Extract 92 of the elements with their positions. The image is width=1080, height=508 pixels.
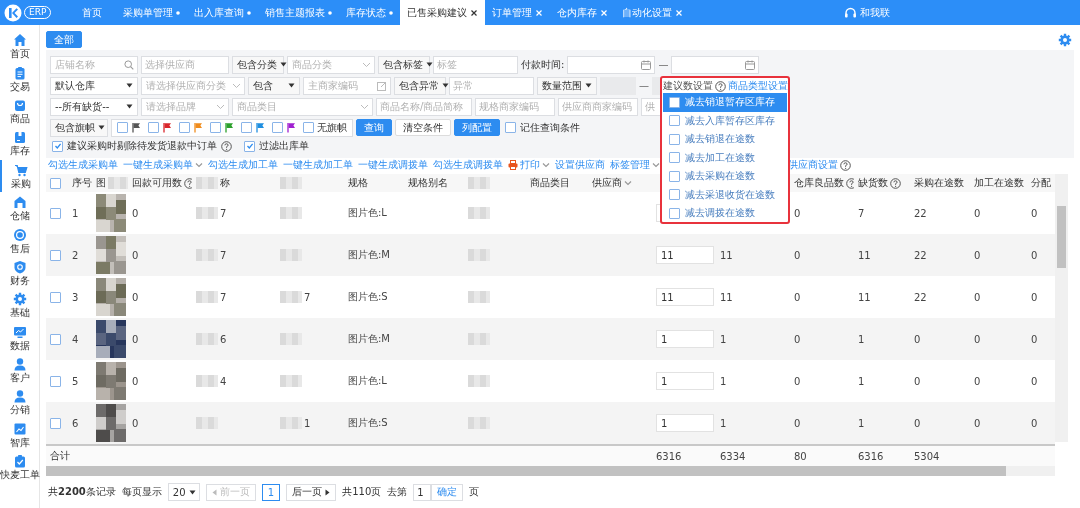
table-cell: 0: [914, 333, 921, 345]
column-header: 称: [220, 176, 230, 190]
table-cell: 4: [220, 375, 227, 387]
column-header: 图: [96, 176, 106, 190]
table-cell: 7: [304, 291, 311, 303]
row-number: 5: [72, 375, 79, 387]
table-cell: 0: [1031, 207, 1038, 219]
table-cell: 图片色:M: [348, 248, 390, 262]
record-count: 共2200条记录: [48, 485, 116, 499]
table-cell: 图片色:L: [348, 374, 387, 388]
table-cell: 11: [858, 249, 871, 261]
row-number: 6: [72, 417, 79, 429]
range-dash: —: [658, 59, 669, 70]
table-cell: 0: [132, 291, 139, 303]
table-cell: 1: [304, 417, 311, 429]
table-cell: 0: [132, 417, 139, 429]
checkbox-label: 过滤出库单: [259, 139, 309, 153]
table-cell: 0: [794, 207, 801, 219]
field-label: 每页显示: [121, 485, 162, 499]
table-cell: 0: [132, 333, 139, 345]
row-number: 1: [72, 207, 79, 219]
table-cell: 0: [974, 375, 981, 387]
table-cell: 0: [794, 249, 801, 261]
table-cell: 7: [220, 207, 227, 219]
table-cell: 图片色:S: [348, 416, 388, 430]
table-cell: 1: [858, 375, 865, 387]
page-count: 共110页: [342, 485, 382, 499]
table-cell: 图片色:M: [348, 332, 390, 346]
field-label: 去第: [387, 485, 408, 499]
row-number: 4: [72, 333, 79, 345]
table-cell: 6316: [656, 450, 682, 462]
totals-label: 合计: [50, 449, 70, 463]
table-cell: 0: [1031, 291, 1038, 303]
table-cell: 6: [220, 333, 227, 345]
column-header: 加工在途数: [974, 176, 1024, 190]
table-cell: 0: [974, 249, 981, 261]
row-number: 3: [72, 291, 79, 303]
table-cell: 0: [914, 375, 921, 387]
range-dash: —: [639, 80, 649, 91]
table-cell: 1: [720, 417, 727, 429]
column-header: 供应商: [592, 176, 622, 190]
table-cell: 0: [132, 207, 139, 219]
checkbox-label: 建议采购时剔除待发货退款中订单: [67, 139, 217, 153]
column-header: 回款可用数: [132, 176, 182, 190]
table-cell: 6316: [858, 450, 884, 462]
table-cell: 0: [1031, 249, 1038, 261]
column-header: 商品类目: [530, 176, 570, 190]
table-cell: 0: [1031, 375, 1038, 387]
table-cell: 0: [1031, 333, 1038, 345]
table-cell: 22: [914, 291, 927, 303]
table-cell: 11: [720, 249, 733, 261]
column-header: 分配: [1031, 176, 1051, 190]
checkbox-label: 记住查询条件: [520, 120, 580, 135]
table-cell: 0: [132, 249, 139, 261]
table-cell: 0: [914, 417, 921, 429]
table-cell: 5304: [914, 450, 940, 462]
column-header: 序号: [72, 176, 92, 190]
column-header: 仓库良品数: [794, 176, 844, 190]
table-cell: 图片色:S: [348, 290, 388, 304]
table-cell: 0: [1031, 417, 1038, 429]
table-cell: 0: [794, 333, 801, 345]
column-header: 规格别名: [408, 176, 448, 190]
field-label: 页: [469, 485, 480, 499]
table-cell: 6334: [720, 450, 746, 462]
table-cell: 7: [220, 249, 227, 261]
column-header: 缺货数: [858, 176, 888, 190]
table-cell: 1: [720, 333, 727, 345]
column-header: 规格: [348, 176, 368, 190]
field-label: 付款时间:: [521, 57, 565, 72]
table-cell: 0: [132, 375, 139, 387]
table-cell: 0: [794, 375, 801, 387]
table-cell: 0: [974, 417, 981, 429]
table-cell: 0: [974, 291, 981, 303]
table-cell: 图片色:L: [348, 206, 387, 220]
table-cell: 11: [720, 291, 733, 303]
column-header: 采购在途数: [914, 176, 964, 190]
checkbox-label: 无旗帜: [317, 120, 347, 135]
table-cell: 0: [794, 291, 801, 303]
table-cell: 0: [974, 333, 981, 345]
table-cell: 7: [858, 207, 865, 219]
table-cell: 1: [858, 333, 865, 345]
table-cell: 22: [914, 207, 927, 219]
table-cell: 1: [858, 417, 865, 429]
table-cell: 80: [794, 450, 807, 462]
table-cell: 0: [974, 207, 981, 219]
menu-title: 建议数设置: [663, 79, 713, 93]
table-cell: 11: [858, 291, 871, 303]
table-cell: 0: [794, 417, 801, 429]
table-cell: 22: [914, 249, 927, 261]
table-cell: 1: [720, 375, 727, 387]
table-cell: 7: [220, 291, 227, 303]
row-number: 2: [72, 249, 79, 261]
